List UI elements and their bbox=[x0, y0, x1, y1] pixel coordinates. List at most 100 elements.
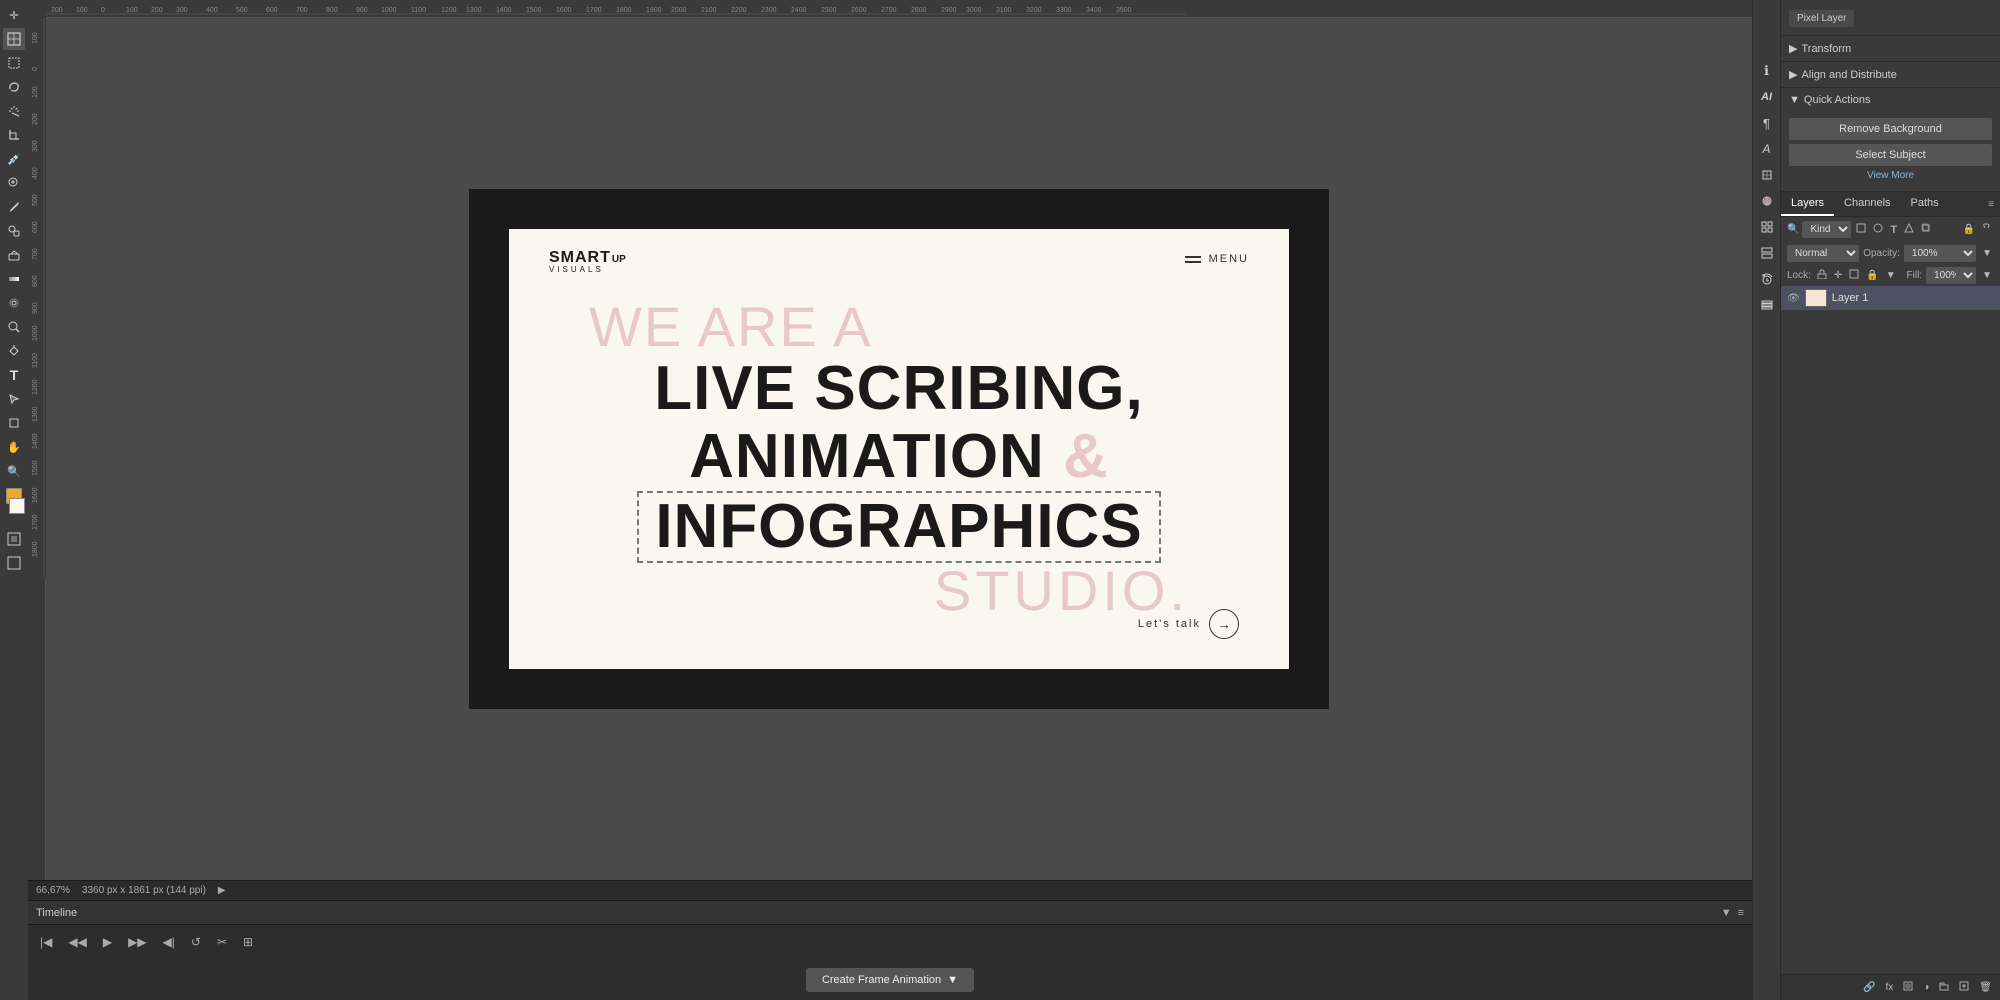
timeline-collapse-btn[interactable]: ▼ bbox=[1721, 907, 1732, 919]
eraser-tool[interactable] bbox=[3, 244, 25, 266]
layers-toolbar: 🔍 Kind T bbox=[1781, 217, 2000, 242]
new-layer-btn[interactable] bbox=[1957, 980, 1971, 995]
svg-text:2600: 2600 bbox=[851, 7, 867, 14]
blur-tool[interactable] bbox=[3, 292, 25, 314]
tab-channels[interactable]: Channels bbox=[1834, 192, 1900, 216]
quick-actions-section: ▼ Quick Actions Remove Background Select… bbox=[1781, 88, 2000, 192]
timeline-controls: |◀ ◀◀ ▶ ▶▶ ◀| ↺ ✂ ⊞ bbox=[28, 925, 1752, 959]
infographics-selection: INFOGRAPHICS bbox=[637, 491, 1160, 563]
vertical-ruler: 100 0 100 200 300 400 500 600 700 800 90… bbox=[28, 18, 46, 880]
add-mask-btn[interactable] bbox=[1901, 980, 1915, 995]
dodge-tool[interactable] bbox=[3, 316, 25, 338]
fill-select[interactable]: 100% bbox=[1926, 267, 1976, 284]
svg-text:800: 800 bbox=[32, 275, 39, 287]
view-more-link[interactable]: View More bbox=[1789, 170, 1992, 181]
quick-mask-btn[interactable] bbox=[3, 528, 25, 550]
svg-text:1000: 1000 bbox=[32, 325, 39, 341]
magic-wand-tool[interactable] bbox=[3, 100, 25, 122]
paragraph-icon[interactable]: ¶ bbox=[1756, 112, 1778, 134]
fill-dropdown-btn[interactable]: ▼ bbox=[1980, 269, 1994, 282]
layers-link-btn[interactable] bbox=[1980, 222, 1994, 237]
remove-bg-button[interactable]: Remove Background bbox=[1789, 118, 1992, 140]
hero-line2: LIVE SCRIBING, bbox=[654, 355, 1143, 423]
delete-layer-btn[interactable]: 🗑 bbox=[1977, 981, 1994, 994]
canvas-area[interactable]: SMART UP VISUALS MENU bbox=[46, 18, 1752, 880]
adjustment-filter-btn[interactable] bbox=[1871, 222, 1885, 237]
transform-header[interactable]: ▶ Transform bbox=[1781, 36, 2000, 61]
svg-text:1400: 1400 bbox=[496, 7, 512, 14]
hand-tool[interactable]: ✋ bbox=[3, 436, 25, 458]
ai-icon[interactable]: AI bbox=[1756, 86, 1778, 108]
canvas-menu: MENU bbox=[1185, 253, 1249, 265]
marquee-tool[interactable] bbox=[3, 52, 25, 74]
add-style-btn[interactable]: fx bbox=[1883, 981, 1895, 994]
lock-pixel-btn[interactable] bbox=[1815, 268, 1829, 283]
lock-all-btn[interactable]: 🔒 bbox=[1864, 268, 1880, 283]
layers-icon[interactable] bbox=[1756, 294, 1778, 316]
pen-tool[interactable] bbox=[3, 340, 25, 362]
color-icon[interactable] bbox=[1756, 190, 1778, 212]
lock-position-btn[interactable]: ✛ bbox=[1832, 268, 1844, 283]
eyedropper-tool[interactable]: 💉 bbox=[3, 148, 25, 170]
type-tool[interactable]: T bbox=[3, 364, 25, 386]
timeline-convert-btn[interactable]: ⊞ bbox=[239, 933, 257, 951]
tab-paths[interactable]: Paths bbox=[1901, 192, 1949, 216]
shape-filter-btn[interactable] bbox=[1902, 222, 1916, 237]
layers-lock-btn[interactable]: 🔒 bbox=[1961, 223, 1977, 236]
timeline-play-btn[interactable]: ▶ bbox=[99, 933, 116, 951]
opacity-dropdown-btn[interactable]: ▼ bbox=[1980, 247, 1994, 260]
type-filter-btn[interactable]: T bbox=[1888, 223, 1899, 237]
screen-mode-btn[interactable] bbox=[3, 552, 25, 574]
new-group-btn[interactable] bbox=[1937, 980, 1951, 995]
timeline-end-btn[interactable]: ◀| bbox=[159, 933, 179, 951]
healing-tool[interactable] bbox=[3, 172, 25, 194]
grid-icon[interactable] bbox=[1756, 216, 1778, 238]
layer-item-layer1[interactable]: 👁 Layer 1 bbox=[1781, 286, 2000, 310]
history-icon[interactable] bbox=[1756, 268, 1778, 290]
lasso-tool[interactable] bbox=[3, 76, 25, 98]
transform-icon[interactable] bbox=[1756, 164, 1778, 186]
lock-dropdown-btn[interactable]: ▼ bbox=[1884, 268, 1898, 283]
blend-mode-select[interactable]: Normal bbox=[1787, 245, 1859, 262]
timeline-next-btn[interactable]: ▶▶ bbox=[124, 933, 150, 951]
select-subject-button[interactable]: Select Subject bbox=[1789, 144, 1992, 166]
svg-text:1000: 1000 bbox=[381, 7, 397, 14]
kind-select[interactable]: Kind bbox=[1802, 221, 1851, 238]
timeline-loop-btn[interactable]: ↺ bbox=[187, 933, 205, 951]
layer-visibility-icon[interactable]: 👁 bbox=[1787, 293, 1800, 304]
timeline-menu-btn[interactable]: ≡ bbox=[1738, 907, 1744, 919]
clone-stamp-tool[interactable] bbox=[3, 220, 25, 242]
character-icon[interactable]: A bbox=[1756, 138, 1778, 160]
timeline-delete-btn[interactable]: ✂ bbox=[213, 933, 231, 951]
ruler-corner bbox=[28, 0, 46, 18]
align-header[interactable]: ▶ Align and Distribute bbox=[1781, 62, 2000, 87]
timeline-start-btn[interactable]: |◀ bbox=[36, 933, 56, 951]
new-fill-btn[interactable]: ◑ bbox=[1921, 981, 1931, 994]
lock-artboard-btn[interactable] bbox=[1847, 268, 1861, 283]
status-bar: 66,67% 3360 px x 1861 px (144 ppi) ▶ bbox=[28, 880, 1752, 900]
info-icon[interactable]: ℹ bbox=[1756, 60, 1778, 82]
tab-layers[interactable]: Layers bbox=[1781, 192, 1834, 216]
link-layers-btn[interactable]: 🔗 bbox=[1861, 981, 1877, 994]
qa-chevron: ▼ bbox=[1789, 94, 1800, 106]
zoom-tool[interactable]: 🔍 bbox=[3, 460, 25, 482]
opacity-select[interactable]: 100% bbox=[1904, 245, 1976, 262]
timeline-prev-btn[interactable]: ◀◀ bbox=[64, 933, 90, 951]
artboard-tool[interactable] bbox=[3, 28, 25, 50]
logo-sup: UP bbox=[612, 254, 626, 265]
smart-filter-btn[interactable] bbox=[1919, 222, 1933, 237]
crop-tool[interactable] bbox=[3, 124, 25, 146]
transform-label: Transform bbox=[1801, 43, 1851, 55]
pixel-filter-btn[interactable] bbox=[1854, 222, 1868, 237]
gradient-tool[interactable] bbox=[3, 268, 25, 290]
create-frame-btn[interactable]: Create Frame Animation ▼ bbox=[806, 968, 974, 992]
background-color[interactable] bbox=[9, 498, 25, 514]
brush-tool[interactable] bbox=[3, 196, 25, 218]
quick-actions-header[interactable]: ▼ Quick Actions bbox=[1781, 88, 2000, 112]
layers-panel-menu-btn[interactable]: ≡ bbox=[1982, 192, 2000, 216]
hero-line1: WE ARE A bbox=[589, 299, 873, 355]
path-selection-tool[interactable] bbox=[3, 388, 25, 410]
shape-tool[interactable] bbox=[3, 412, 25, 434]
grid2-icon[interactable] bbox=[1756, 242, 1778, 264]
move-tool[interactable]: ✛ bbox=[3, 4, 25, 26]
